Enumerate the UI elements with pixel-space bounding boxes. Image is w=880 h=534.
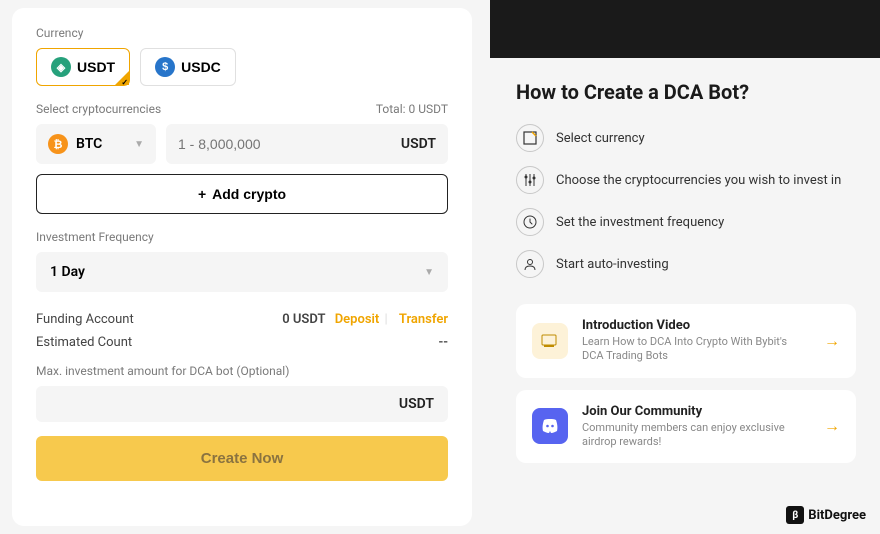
- max-unit: USDT: [399, 396, 434, 412]
- add-crypto-button[interactable]: + Add crypto: [36, 174, 448, 214]
- usdt-icon: ◈: [51, 57, 71, 77]
- arrow-right-icon: →: [824, 416, 840, 436]
- step-text: Select currency: [556, 131, 645, 146]
- clock-step-icon: [516, 208, 544, 236]
- btc-icon: ₿: [48, 134, 68, 154]
- sliders-step-icon: [516, 166, 544, 194]
- frequency-value: 1 Day: [50, 264, 85, 280]
- currency-usdt-button[interactable]: ◈ USDT: [36, 48, 130, 86]
- currency-usdc-button[interactable]: $ USDC: [140, 48, 236, 86]
- coin-code: BTC: [76, 136, 102, 152]
- add-crypto-label: Add crypto: [212, 186, 286, 202]
- step-text: Choose the cryptocurrencies you wish to …: [556, 173, 841, 188]
- currency-code: USDC: [181, 59, 221, 75]
- deposit-link[interactable]: Deposit: [335, 312, 380, 327]
- bitdegree-icon: β: [786, 506, 804, 524]
- guide-title: How to Create a DCA Bot?: [516, 80, 856, 104]
- create-now-button[interactable]: Create Now: [36, 436, 448, 481]
- currency-code: USDT: [77, 59, 115, 75]
- estimated-count-label: Estimated Count: [36, 335, 132, 350]
- funding-account-label: Funding Account: [36, 312, 134, 327]
- currency-selector: ◈ USDT $ USDC: [36, 48, 448, 86]
- frequency-label: Investment Frequency: [36, 230, 448, 244]
- max-investment-label: Max. investment amount for DCA bot (Opti…: [36, 364, 448, 378]
- person-step-icon: [516, 250, 544, 278]
- total-label: Total: 0 USDT: [376, 102, 448, 116]
- select-crypto-label: Select cryptocurrencies: [36, 102, 161, 116]
- transfer-link[interactable]: Transfer: [399, 312, 448, 327]
- step-text: Start auto-investing: [556, 257, 669, 272]
- step-1: Select currency: [516, 124, 856, 152]
- coin-select[interactable]: ₿ BTC ▼: [36, 124, 156, 164]
- estimated-count-value: --: [438, 335, 448, 350]
- watermark-text: BitDegree: [808, 508, 866, 523]
- guide-panel: How to Create a DCA Bot? Select currency…: [472, 0, 880, 534]
- step-2: Choose the cryptocurrencies you wish to …: [516, 166, 856, 194]
- video-icon: [532, 323, 568, 359]
- arrow-right-icon: →: [824, 331, 840, 351]
- chevron-down-icon: ▼: [424, 267, 434, 278]
- chevron-down-icon: ▼: [134, 139, 144, 150]
- intro-video-card[interactable]: Introduction Video Learn How to DCA Into…: [516, 304, 856, 378]
- amount-unit: USDT: [401, 136, 436, 152]
- discord-icon: [532, 408, 568, 444]
- card-desc: Community members can enjoy exclusive ai…: [582, 421, 810, 450]
- step-3: Set the investment frequency: [516, 208, 856, 236]
- card-title: Join Our Community: [582, 404, 810, 419]
- watermark: β BitDegree: [786, 506, 866, 524]
- frequency-select[interactable]: 1 Day ▼: [36, 252, 448, 292]
- step-4: Start auto-investing: [516, 250, 856, 278]
- card-desc: Learn How to DCA Into Crypto With Bybit'…: [582, 335, 810, 364]
- amount-input[interactable]: [178, 126, 401, 162]
- plus-icon: +: [198, 186, 206, 202]
- max-investment-input[interactable]: [50, 386, 399, 422]
- dca-form-panel: Currency ◈ USDT $ USDC Select cryptocurr…: [12, 8, 472, 526]
- usdc-icon: $: [155, 57, 175, 77]
- currency-step-icon: [516, 124, 544, 152]
- step-text: Set the investment frequency: [556, 215, 724, 230]
- community-card[interactable]: Join Our Community Community members can…: [516, 390, 856, 464]
- funding-account-value: 0 USDT: [282, 312, 325, 327]
- currency-label: Currency: [36, 26, 448, 40]
- card-title: Introduction Video: [582, 318, 810, 333]
